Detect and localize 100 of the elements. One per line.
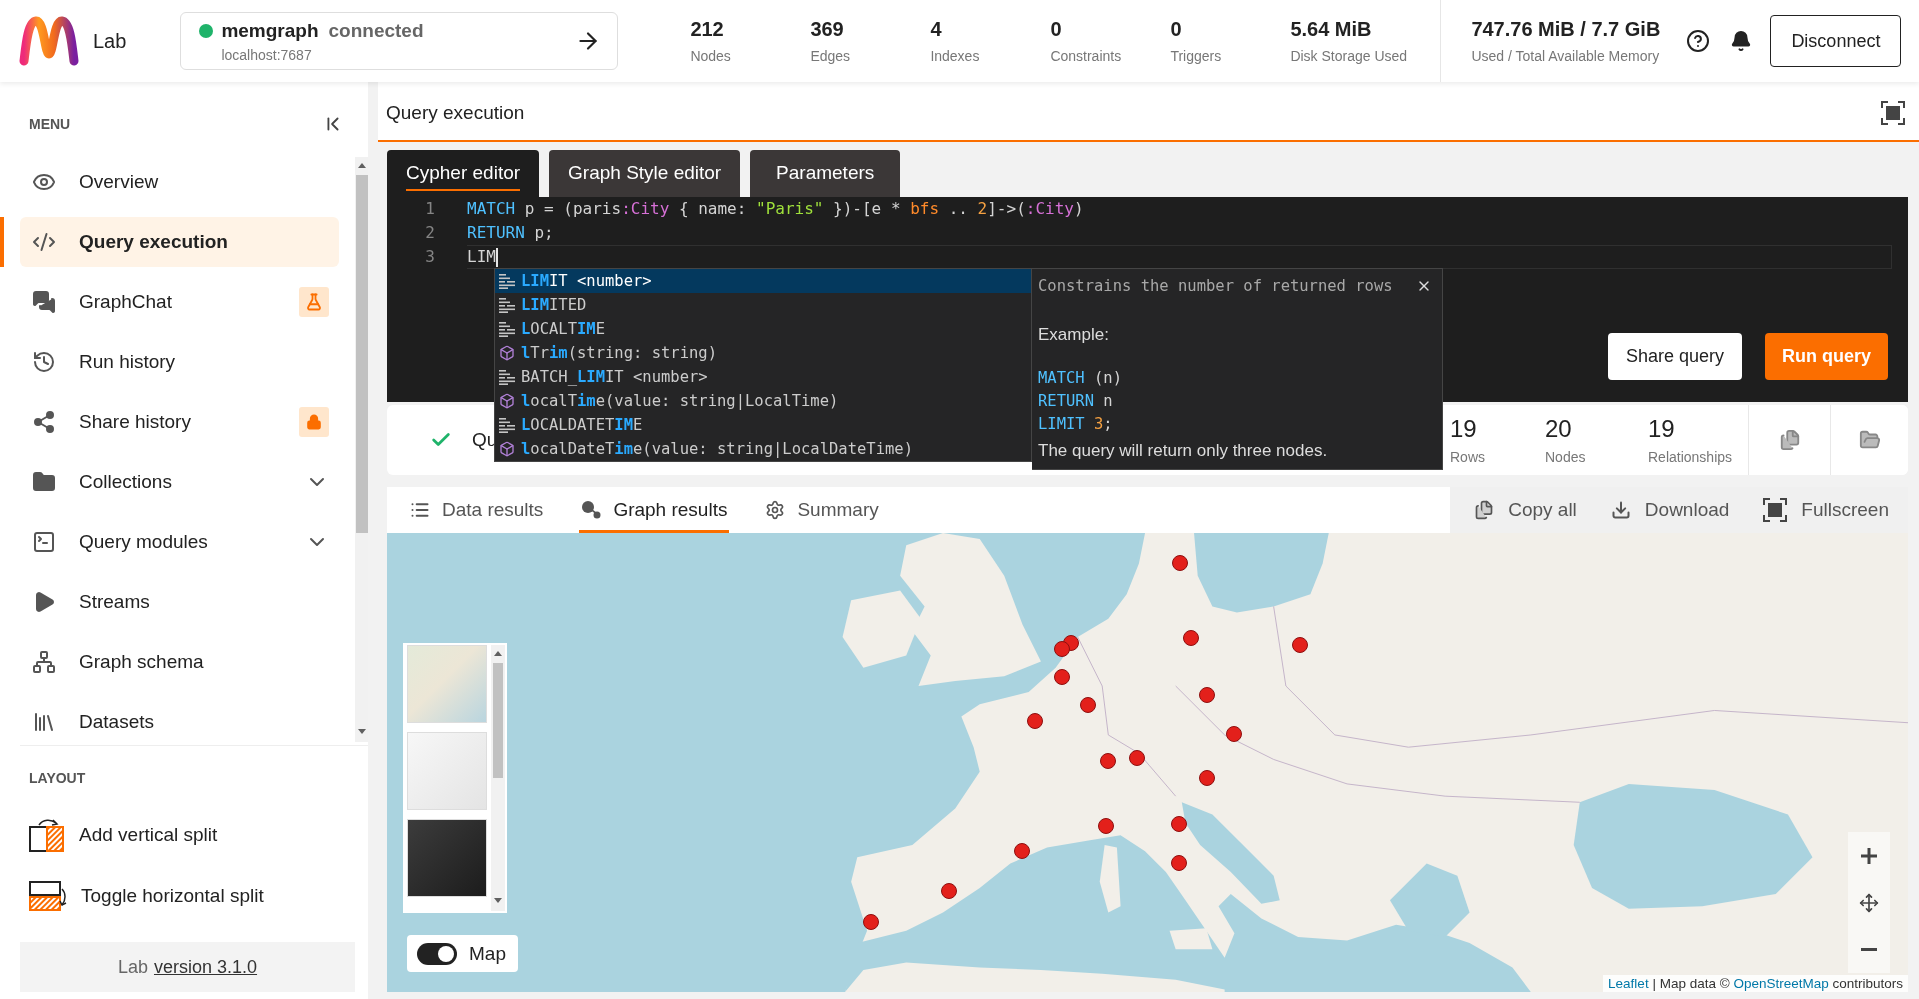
- stat-value: 212: [690, 18, 724, 41]
- stat-label: Nodes: [690, 48, 731, 64]
- menu-item[interactable]: Graph schema: [20, 637, 339, 687]
- action-button[interactable]: Download: [1610, 499, 1730, 521]
- result-count-label: Relationships: [1648, 449, 1733, 465]
- help-icon[interactable]: [1686, 29, 1711, 53]
- disconnect-button[interactable]: Disconnect: [1770, 15, 1902, 67]
- action-button[interactable]: Fullscreen: [1763, 498, 1889, 522]
- map-layer-thumbnail[interactable]: [407, 645, 487, 723]
- editor-tab[interactable]: Graph Style editor: [549, 150, 741, 197]
- cube-icon: [499, 345, 515, 361]
- folder-icon: [1858, 429, 1881, 451]
- detail-note: The query will return only three nodes.: [1038, 441, 1329, 461]
- scrollbar[interactable]: [491, 645, 505, 911]
- menu-item[interactable]: Datasets: [20, 697, 339, 747]
- product-name: Lab: [117, 956, 148, 978]
- editor-tab[interactable]: Cypher editor: [387, 150, 540, 197]
- download-icon: [1610, 500, 1631, 520]
- line-number: 2: [424, 222, 435, 244]
- folder-icon: [32, 470, 56, 494]
- code-line: RETURN n: [1038, 391, 1114, 412]
- stat-value: 0: [1050, 18, 1062, 41]
- connection-card[interactable]: memgraph connected localhost:7687: [180, 12, 619, 70]
- section-title: LAYOUT: [29, 770, 86, 786]
- editor-tab[interactable]: Parameters: [750, 150, 901, 197]
- memory-label: Used / Total Available Memory: [1471, 48, 1660, 64]
- line-number: 3: [424, 246, 435, 268]
- results-tab[interactable]: Summary: [763, 487, 881, 533]
- app-name: Lab: [93, 29, 127, 53]
- hierarchy-icon: [32, 650, 56, 674]
- stat-label: Edges: [810, 48, 851, 64]
- list-icon: [410, 500, 430, 520]
- history-icon: [32, 350, 56, 374]
- text-lines-icon: [499, 297, 515, 313]
- suggestion-item[interactable]: localDateTime(value: string|LocalDateTime): [495, 437, 1031, 461]
- scrollbar[interactable]: [355, 157, 368, 742]
- menu-item[interactable]: Query modules: [20, 517, 339, 567]
- result-count-label: Nodes: [1545, 449, 1586, 465]
- detail-description: Constrains the number of returned rows: [1038, 277, 1393, 295]
- stat-label: Disk Storage Used: [1290, 48, 1408, 64]
- code-line: RETURN p;: [467, 222, 555, 244]
- memory-value: 747.76 MiB / 7.7 GiB: [1471, 18, 1661, 41]
- gear-icon: [765, 500, 786, 520]
- fullscreen-icon: [1763, 498, 1788, 522]
- section-title: MENU: [29, 115, 71, 132]
- books-icon: [32, 710, 56, 734]
- map-layer-thumbnail[interactable]: [407, 819, 487, 897]
- zoom-out-button[interactable]: [1848, 926, 1890, 973]
- results-tab[interactable]: Data results: [408, 487, 546, 533]
- bell-icon[interactable]: [1730, 30, 1753, 52]
- terminal-icon: [32, 530, 56, 554]
- code-line: MATCH p = (paris:City { name: "Paris" })-[e * bfs .. 2]->(:City): [467, 198, 1085, 220]
- attribution-link[interactable]: Leaflet: [1608, 976, 1649, 991]
- suggestion-item[interactable]: BATCH_LIMIT <number>: [495, 365, 1031, 389]
- zoom-in-button[interactable]: [1848, 832, 1890, 879]
- stat-value: 369: [810, 18, 844, 41]
- result-count: 19: [1648, 415, 1675, 443]
- copy-icon: [1474, 500, 1495, 520]
- menu-item[interactable]: Streams: [20, 577, 339, 627]
- minus-icon: [1861, 948, 1877, 951]
- map-toggle[interactable]: Map: [407, 935, 518, 972]
- layout-item[interactable]: Toggle horizontal split: [29, 871, 339, 921]
- toggle-switch[interactable]: [417, 942, 457, 965]
- menu-item[interactable]: Run history: [20, 337, 339, 387]
- stat-value: 5.64 MiB: [1290, 18, 1372, 41]
- text-lines-icon: [499, 273, 515, 289]
- copy-icon: [1778, 429, 1801, 451]
- connection-name: memgraph: [221, 19, 319, 42]
- fullscreen-icon[interactable]: [1881, 101, 1905, 125]
- menu-item[interactable]: GraphChat: [20, 277, 339, 327]
- attribution-link[interactable]: OpenStreetMap: [1733, 976, 1829, 991]
- map-attribution: Leaflet | Map data © OpenStreetMap contributors: [1603, 975, 1908, 992]
- layout-item[interactable]: Add vertical split: [29, 810, 339, 860]
- map-layer-thumbnail[interactable]: [407, 732, 487, 810]
- text-lines-icon: [499, 417, 515, 433]
- share-icon: [32, 410, 56, 434]
- result-count: 20: [1545, 415, 1572, 443]
- chat-bubbles-icon: [32, 290, 56, 314]
- move-icon: [1859, 892, 1879, 913]
- menu-item[interactable]: Overview: [20, 157, 339, 207]
- stat-label: Triggers: [1170, 48, 1222, 64]
- stat-label: Constraints: [1050, 48, 1122, 64]
- menu-item[interactable]: Share history: [20, 397, 339, 447]
- stat-value: 4: [930, 18, 942, 41]
- menu-item[interactable]: Collections: [20, 457, 339, 507]
- suggestion-item[interactable]: LOCALDATETIME: [495, 413, 1031, 437]
- menu-item[interactable]: Query execution: [20, 217, 339, 267]
- suggestion-item[interactable]: LIMITED: [495, 293, 1031, 317]
- suggestion-item[interactable]: localTime(value: string|LocalTime): [495, 389, 1031, 413]
- vertical-split-icon: [29, 818, 65, 852]
- action-button[interactable]: Copy all: [1474, 499, 1577, 521]
- version-link[interactable]: version 3.1.0: [154, 956, 258, 978]
- result-count-label: Rows: [1450, 449, 1485, 465]
- code-line: MATCH (n): [1038, 368, 1123, 389]
- suggestion-item[interactable]: lTrim(string: string): [495, 341, 1031, 365]
- suggestion-item[interactable]: LIMIT <number>: [495, 269, 1031, 293]
- stat-label: Indexes: [930, 48, 980, 64]
- share-query-button[interactable]: Share query: [1607, 333, 1742, 380]
- code-line: LIMIT 3;: [1038, 414, 1114, 435]
- suggestion-item[interactable]: LOCALTIME: [495, 317, 1031, 341]
